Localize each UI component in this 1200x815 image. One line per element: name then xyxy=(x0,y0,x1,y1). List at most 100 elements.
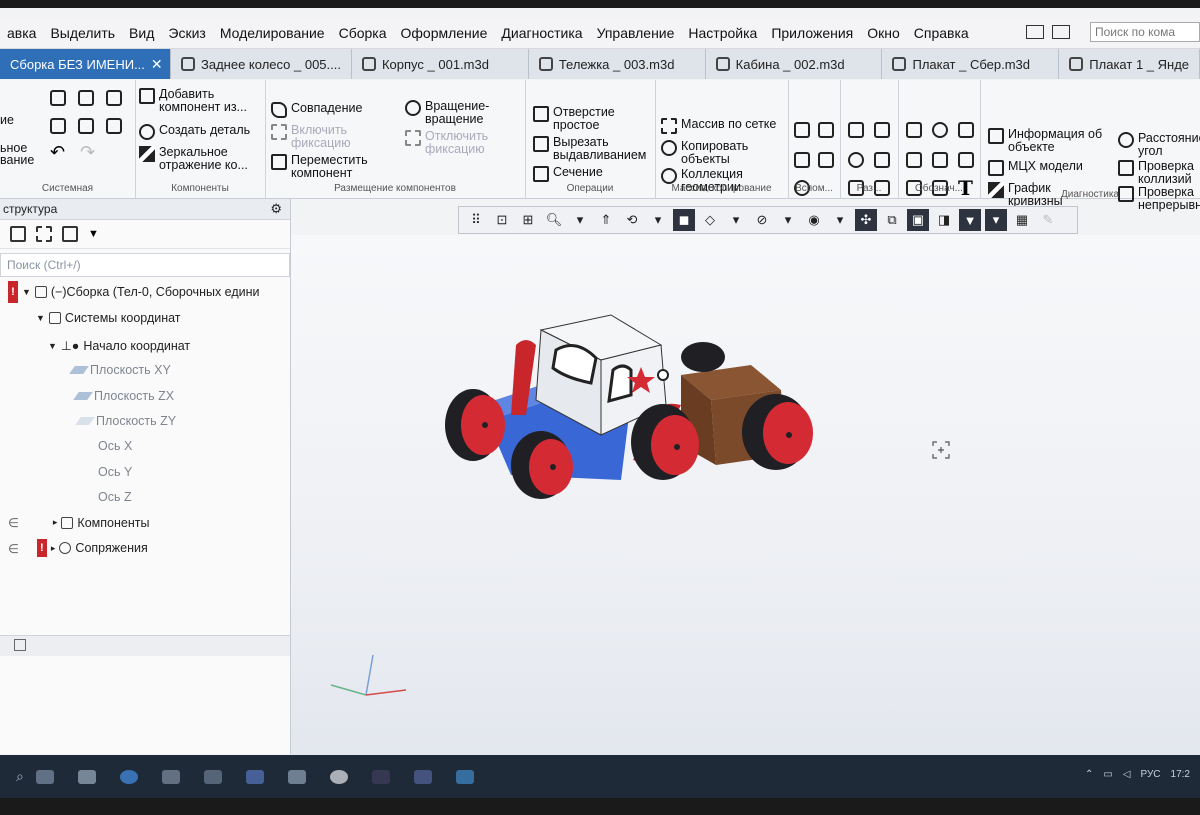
tree-node-plane-xy[interactable]: Плоскость XY xyxy=(69,363,171,377)
yandex-browser-icon[interactable] xyxy=(329,769,348,784)
app-icon-7[interactable] xyxy=(413,769,432,784)
language-indicator[interactable]: РУС xyxy=(1141,769,1161,780)
search-icon[interactable]: ⌕ xyxy=(16,768,24,785)
menu-item-window[interactable]: Окно xyxy=(860,25,907,41)
close-icon[interactable]: ✕ xyxy=(151,56,163,73)
dimension-icon[interactable] xyxy=(848,122,864,138)
settings-window-icon[interactable] xyxy=(1052,25,1070,39)
task-view-icon[interactable] xyxy=(35,769,54,784)
tab-cart[interactable]: Тележка _ 003.m3d xyxy=(529,49,706,79)
app-icon-3[interactable] xyxy=(203,769,222,784)
table-view-icon[interactable]: ▦ xyxy=(1011,209,1033,231)
app-icon-4[interactable] xyxy=(245,769,264,784)
menu-item-select[interactable]: Выделить xyxy=(43,25,122,41)
chevron-down-icon[interactable]: ▾ xyxy=(985,209,1007,231)
tolerance-icon[interactable] xyxy=(906,152,922,168)
chevron-right-icon[interactable]: ▸ xyxy=(53,517,58,528)
app-icon-8[interactable] xyxy=(455,769,474,784)
coincidence-button[interactable]: Совпадение xyxy=(271,102,362,118)
tree-node-axis-x[interactable]: Ось X xyxy=(98,439,132,453)
command-search-input[interactable]: Поиск по кома xyxy=(1090,22,1200,42)
chevron-down-icon[interactable]: ▾ xyxy=(569,209,591,231)
3d-viewport[interactable] xyxy=(291,235,1200,755)
zoom-icon[interactable]: 🔍︎ xyxy=(543,209,565,231)
tab-cabin[interactable]: Кабина _ 002.m3d xyxy=(706,49,883,79)
roughness-icon[interactable] xyxy=(958,122,974,138)
pan-icon[interactable]: ⇑ xyxy=(595,209,617,231)
chevron-right-icon[interactable]: ▸ xyxy=(51,543,56,554)
tree-node-axis-y[interactable]: Ось Y xyxy=(98,465,132,479)
app-icon-5[interactable] xyxy=(287,769,306,784)
display-mode-icon[interactable]: ◉ xyxy=(803,209,825,231)
offset-plane-icon[interactable] xyxy=(794,152,810,168)
tab-poster-yandex[interactable]: Плакат 1 _ Янде xyxy=(1059,49,1200,79)
leader-icon[interactable] xyxy=(906,122,922,138)
tree-node-origin[interactable]: ▼ ⊥● Начало координат xyxy=(48,338,190,354)
undo-icon[interactable]: ↶ xyxy=(50,142,65,163)
filter-icon[interactable]: ▼ xyxy=(959,209,981,231)
open-folder-icon[interactable] xyxy=(78,90,94,106)
distance-angle-button[interactable]: Расстояние угол xyxy=(1118,132,1200,158)
tree-view-icon[interactable] xyxy=(10,226,26,242)
add-component-button[interactable]: Добавить компонент из... xyxy=(139,88,263,114)
select-icon[interactable] xyxy=(36,226,52,242)
point-icon[interactable] xyxy=(818,152,834,168)
section-button[interactable]: Сечение xyxy=(533,166,603,182)
list-icon[interactable] xyxy=(14,639,26,651)
perspective-icon[interactable]: ▣ xyxy=(907,209,929,231)
sketch-icon[interactable]: ⊡ xyxy=(491,209,513,231)
menu-item-modeling[interactable]: Моделирование xyxy=(213,25,332,41)
tree-node-coord-systems[interactable]: ▼ Системы координат xyxy=(36,311,181,325)
orient-icon[interactable]: ⊞ xyxy=(517,209,539,231)
save-icon[interactable] xyxy=(106,90,122,106)
marker-icon[interactable] xyxy=(932,152,948,168)
extrude-cut-button[interactable]: Вырезать выдавливанием xyxy=(533,136,653,162)
collision-check-button[interactable]: Проверка коллизий xyxy=(1118,160,1200,186)
wireframe-cube-icon[interactable]: ◇ xyxy=(699,209,721,231)
app-icon-1[interactable] xyxy=(77,769,96,784)
mass-properties-button[interactable]: МЦХ модели xyxy=(988,160,1083,176)
filter-tree-icon[interactable] xyxy=(62,226,78,242)
move-component-button[interactable]: Переместить компонент xyxy=(271,154,391,180)
app-icon-6[interactable] xyxy=(371,769,390,784)
tab-assembly[interactable]: Сборка БЕЗ ИМЕНИ... ✕ xyxy=(0,49,171,79)
chevron-down-icon[interactable]: ▼ xyxy=(48,341,57,351)
chevron-down-icon[interactable]: ▼ xyxy=(88,228,99,240)
chevron-down-icon[interactable]: ▾ xyxy=(647,209,669,231)
shaded-cube-icon[interactable]: ◼ xyxy=(673,209,695,231)
gear-icon[interactable]: ⚙ xyxy=(270,201,282,217)
copy-objects-button[interactable]: Копировать объекты xyxy=(661,140,781,166)
print-icon[interactable] xyxy=(50,118,66,134)
arrow-up-icon[interactable]: ⌃ xyxy=(1085,769,1093,780)
enable-fix-button[interactable]: Включить фиксацию xyxy=(271,124,391,150)
car-model[interactable] xyxy=(441,305,821,505)
app-icon-2[interactable] xyxy=(161,769,180,784)
tree-node-mates[interactable]: ∈ ! ▸ Сопряжения xyxy=(8,539,148,557)
chevron-down-icon[interactable]: ▾ xyxy=(829,209,851,231)
preview-icon[interactable] xyxy=(78,118,94,134)
tab-poster-sber[interactable]: Плакат _ Сбер.m3d xyxy=(882,49,1060,79)
pen-icon[interactable]: ✎ xyxy=(1037,209,1059,231)
weld-icon[interactable] xyxy=(958,152,974,168)
tab-rear-wheel[interactable]: Заднее колесо _ 005.... xyxy=(171,49,352,79)
tree-node-axis-z[interactable]: Ось Z xyxy=(98,490,132,504)
chevron-down-icon[interactable]: ▾ xyxy=(725,209,747,231)
tab-body[interactable]: Корпус _ 001.m3d xyxy=(352,49,529,79)
angle-dimension-icon[interactable] xyxy=(874,122,890,138)
layers-icon[interactable]: ◨ xyxy=(933,209,955,231)
tree-node-plane-zy[interactable]: Плоскость ZY xyxy=(75,414,176,428)
snap-icon[interactable]: ✣ xyxy=(855,209,877,231)
axis-icon[interactable] xyxy=(818,122,834,138)
menu-item-diagnostics[interactable]: Диагностика xyxy=(494,25,589,41)
plane-icon[interactable] xyxy=(794,122,810,138)
menu-item-design[interactable]: Оформление xyxy=(394,25,495,41)
tree-node-assembly[interactable]: ! ▼ (−)Сборка (Тел-0, Сборочных едини xyxy=(8,281,260,303)
hide-icon[interactable]: ⊘ xyxy=(751,209,773,231)
redo-icon[interactable]: ↷ xyxy=(80,142,95,163)
dots-handle-icon[interactable]: ⠿ xyxy=(465,209,487,231)
menu-item-settings[interactable]: Настройка xyxy=(681,25,764,41)
chevron-down-icon[interactable]: ▾ xyxy=(777,209,799,231)
tree-search-input[interactable]: Поиск (Ctrl+/) xyxy=(0,253,290,277)
chevron-down-icon[interactable]: ▼ xyxy=(22,287,31,297)
base-icon[interactable] xyxy=(932,122,948,138)
